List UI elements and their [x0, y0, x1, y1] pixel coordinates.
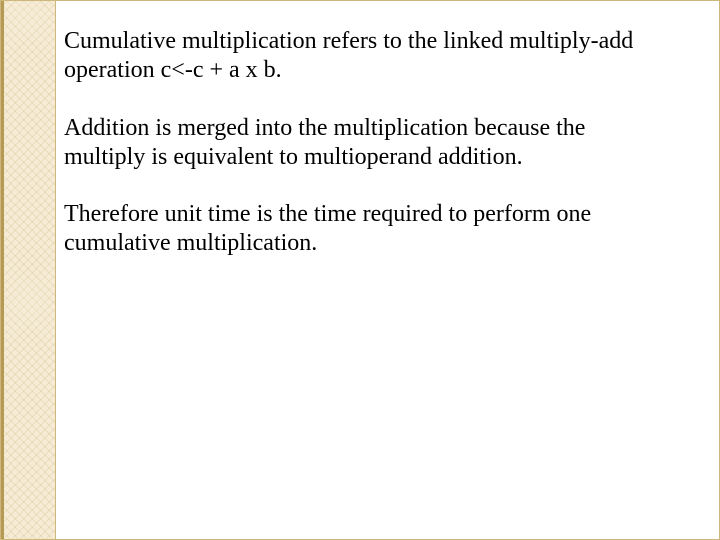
- slide-sidebar: [1, 1, 56, 539]
- sidebar-accent-stripe: [1, 1, 4, 539]
- paragraph: Therefore unit time is the time required…: [64, 200, 659, 259]
- paragraph: Cumulative multiplication refers to the …: [64, 27, 659, 86]
- slide-content: Cumulative multiplication refers to the …: [64, 27, 659, 287]
- paragraph: Addition is merged into the multiplicati…: [64, 114, 659, 173]
- slide: Cumulative multiplication refers to the …: [0, 0, 720, 540]
